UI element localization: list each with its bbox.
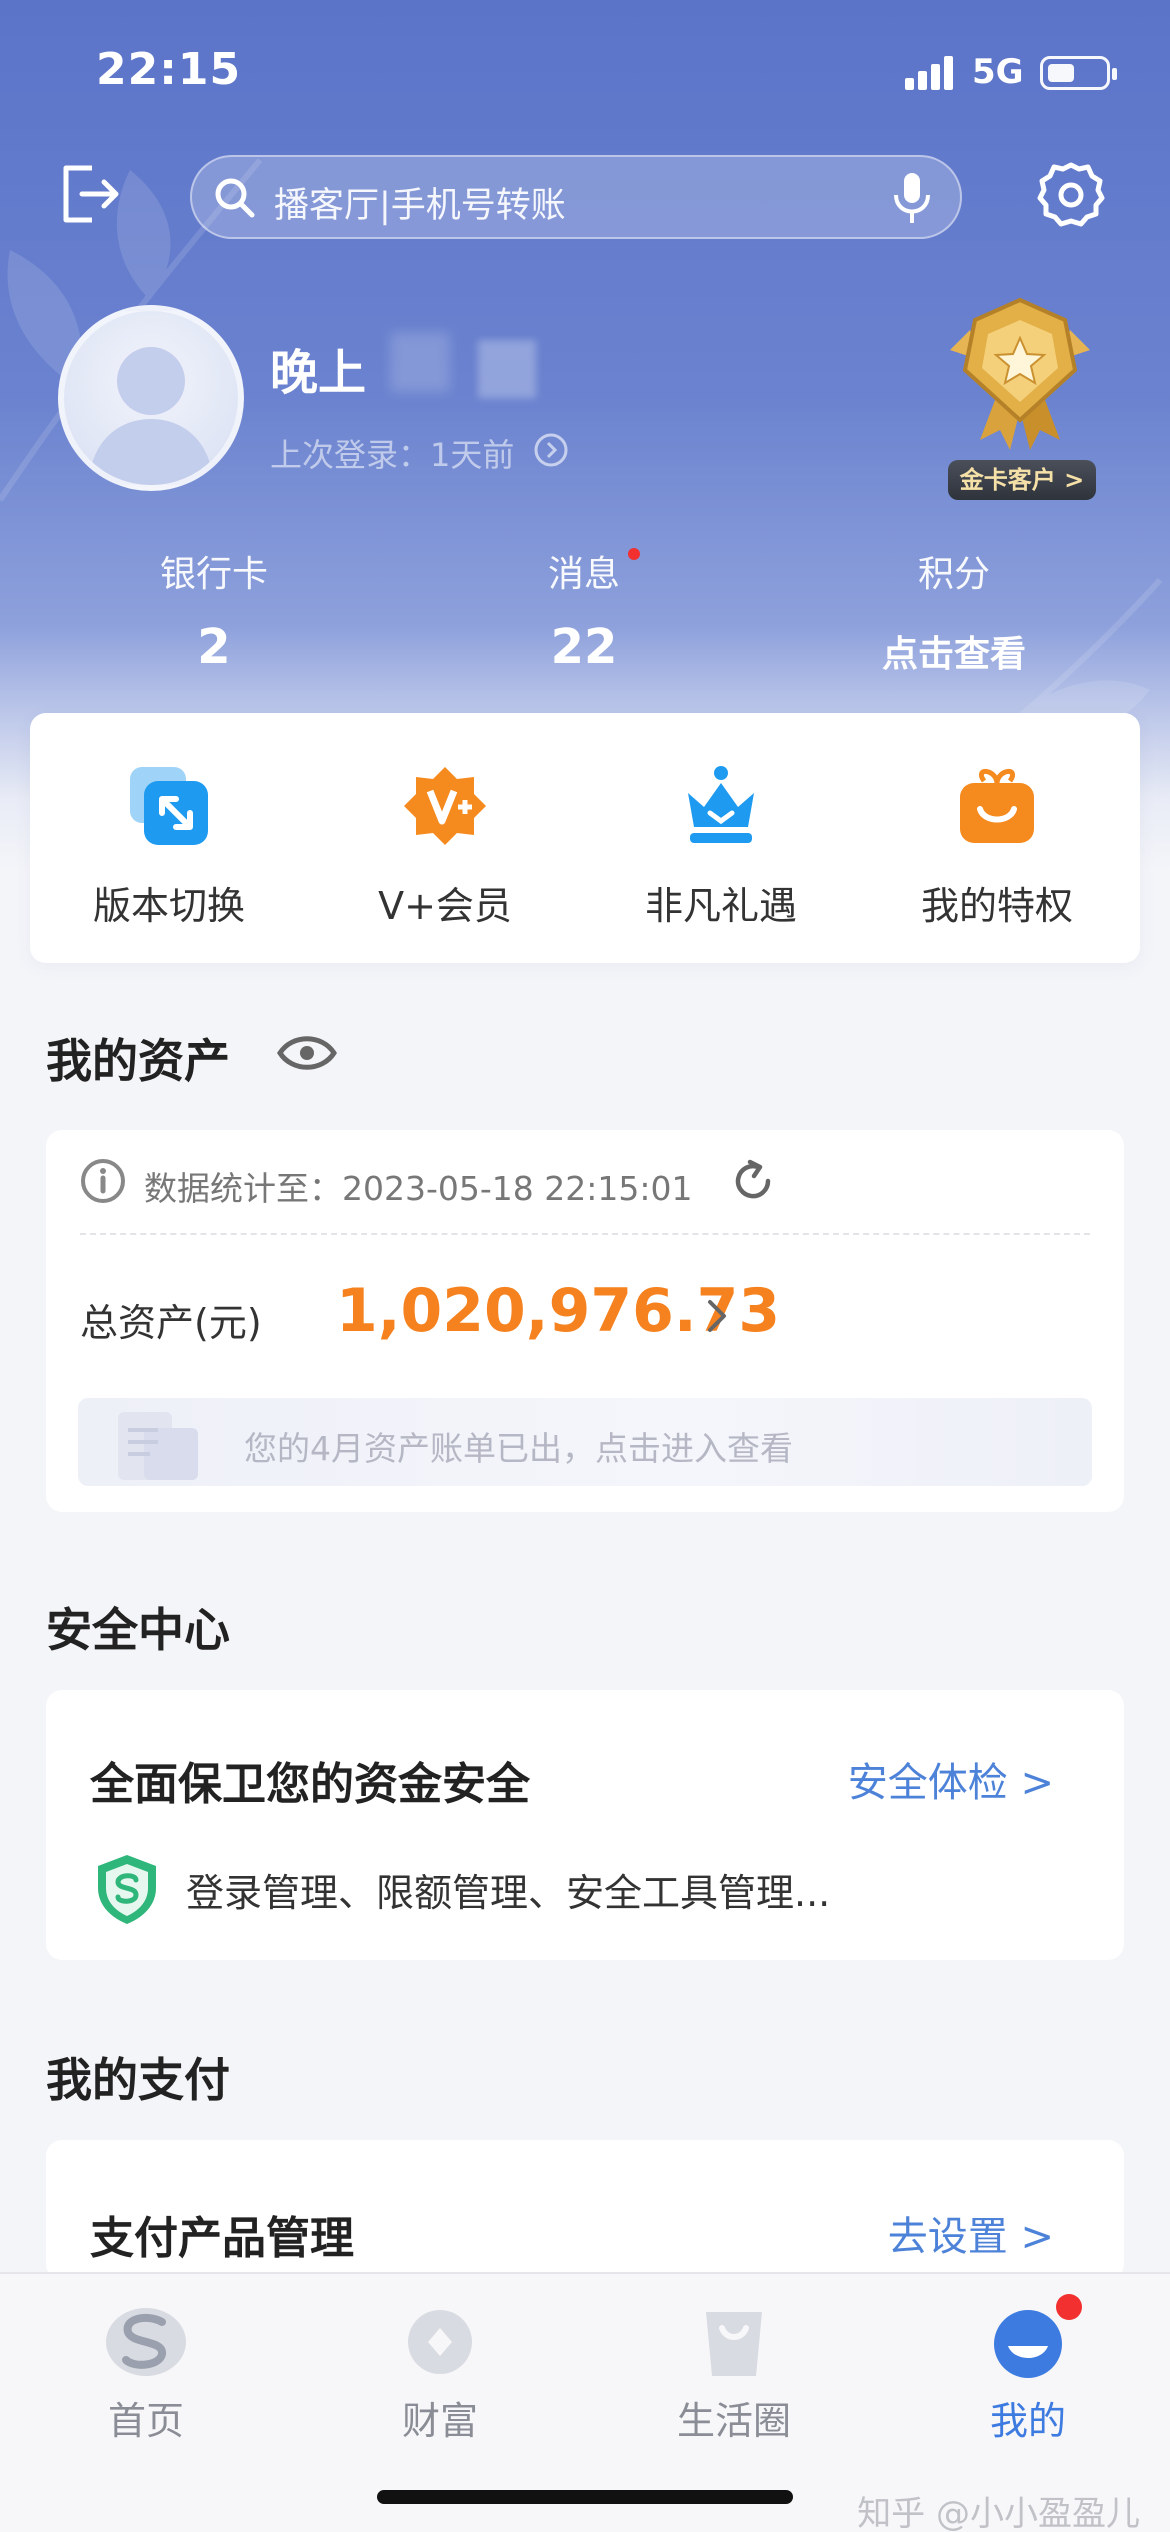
avatar[interactable] bbox=[58, 305, 244, 491]
user-name: 晚上 bbox=[270, 345, 367, 401]
stat-time-text: 数据统计至：2023-05-18 22:15:01 bbox=[144, 1169, 693, 1208]
crown-icon bbox=[688, 766, 754, 843]
payment-section-title: 我的支付 bbox=[46, 2053, 230, 2107]
payment-card[interactable]: 支付产品管理 去设置 > bbox=[46, 2140, 1124, 2280]
gold-medal-icon bbox=[950, 297, 1090, 450]
network-type: 5G bbox=[972, 52, 1024, 92]
quick-action-label: 我的特权 bbox=[920, 884, 1073, 928]
quick-action-vplus[interactable]: V+会员 bbox=[330, 763, 560, 930]
stat-value: 22 bbox=[550, 619, 618, 675]
tab-label: 财富 bbox=[401, 2399, 478, 2443]
quick-action-label: V+会员 bbox=[378, 884, 512, 928]
bill-document-icon bbox=[118, 1412, 198, 1480]
tab-mine[interactable]: 我的 bbox=[928, 2294, 1128, 2445]
tab-home[interactable]: 首页 bbox=[46, 2302, 246, 2445]
battery-icon bbox=[1040, 56, 1117, 90]
bag-icon bbox=[706, 2312, 762, 2376]
security-check-link[interactable]: 安全体检 > bbox=[848, 1750, 1054, 1808]
status-bar: 22:15 5G bbox=[0, 0, 1170, 140]
quick-action-label: 版本切换 bbox=[92, 884, 245, 928]
microphone-icon[interactable] bbox=[892, 171, 932, 225]
shield-icon bbox=[98, 1855, 156, 1924]
watermark: 知乎 @小小盈盈儿 bbox=[857, 2494, 1140, 2532]
wealth-icon bbox=[408, 2310, 472, 2374]
stat-bank-cards[interactable]: 银行卡 2 bbox=[64, 545, 364, 675]
stat-messages[interactable]: 消息 22 bbox=[434, 545, 734, 675]
user-silhouette-icon bbox=[88, 347, 214, 485]
signal-icon bbox=[905, 56, 953, 90]
quick-action-label: 非凡礼遇 bbox=[644, 884, 797, 928]
bill-notice-text: 您的4月资产账单已出，点击进入查看 bbox=[244, 1429, 793, 1468]
tier-badge[interactable]: 金卡客户 > bbox=[948, 460, 1096, 500]
stat-label: 银行卡 bbox=[159, 554, 268, 595]
payment-heading: 支付产品管理 bbox=[90, 2213, 354, 2264]
security-heading: 全面保卫您的资金安全 bbox=[90, 1759, 530, 1810]
stat-value: 点击查看 bbox=[881, 634, 1026, 675]
logout-icon[interactable] bbox=[58, 162, 122, 226]
chevron-right-icon[interactable] bbox=[706, 1296, 728, 1336]
security-section-title: 安全中心 bbox=[46, 1603, 230, 1657]
security-desc: 登录管理、限额管理、安全工具管理... bbox=[186, 1871, 831, 1915]
last-login-text[interactable]: 上次登录：1天前 bbox=[270, 430, 514, 476]
stat-points[interactable]: 积分 点击查看 bbox=[804, 545, 1104, 677]
search-bar[interactable]: 播客厅|手机号转账 bbox=[190, 155, 962, 239]
eye-icon[interactable] bbox=[276, 1030, 338, 1076]
redacted-name-blur bbox=[478, 340, 536, 398]
stat-label: 消息 bbox=[547, 554, 620, 595]
gift-icon bbox=[960, 769, 1034, 843]
refresh-icon[interactable] bbox=[730, 1158, 776, 1204]
info-icon bbox=[81, 1159, 125, 1203]
search-icon bbox=[215, 178, 255, 218]
tab-label: 我的 bbox=[989, 2399, 1066, 2443]
quick-action-privileges[interactable]: 非凡礼遇 bbox=[606, 763, 836, 930]
assets-card: 数据统计至：2023-05-18 22:15:01 总资产(元) 1,020,9… bbox=[46, 1130, 1124, 1512]
notification-dot bbox=[1056, 2294, 1082, 2320]
chevron-circle-icon[interactable] bbox=[533, 432, 569, 468]
switch-icon bbox=[130, 767, 208, 845]
tab-life-circle[interactable]: 生活圈 bbox=[634, 2302, 834, 2445]
status-time: 22:15 bbox=[96, 44, 242, 95]
stat-label: 积分 bbox=[917, 554, 990, 595]
search-placeholder: 播客厅|手机号转账 bbox=[274, 186, 566, 226]
unread-dot bbox=[628, 548, 640, 560]
stat-value: 2 bbox=[197, 619, 231, 675]
tab-label: 生活圈 bbox=[676, 2399, 791, 2443]
quick-actions-card: 版本切换 V+会员 非凡礼遇 我的特权 bbox=[30, 713, 1140, 963]
tab-wealth[interactable]: 财富 bbox=[340, 2302, 540, 2445]
tab-label: 首页 bbox=[107, 2399, 184, 2443]
gear-icon[interactable] bbox=[1036, 160, 1106, 230]
home-logo-icon bbox=[106, 2308, 186, 2376]
total-assets-label: 总资产(元) bbox=[80, 1301, 262, 1345]
assets-section-title: 我的资产 bbox=[46, 1034, 230, 1088]
home-indicator[interactable] bbox=[377, 2490, 793, 2504]
payment-settings-link[interactable]: 去设置 > bbox=[888, 2204, 1054, 2262]
security-card[interactable]: 全面保卫您的资金安全 安全体检 > 登录管理、限额管理、安全工具管理... bbox=[46, 1690, 1124, 1960]
vplus-icon bbox=[404, 767, 486, 845]
divider bbox=[80, 1233, 1090, 1235]
bill-notice-banner[interactable]: 您的4月资产账单已出，点击进入查看 bbox=[78, 1398, 1092, 1486]
quick-action-my-privileges[interactable]: 我的特权 bbox=[882, 763, 1112, 930]
redacted-name-blur bbox=[390, 332, 450, 392]
quick-action-version-switch[interactable]: 版本切换 bbox=[54, 763, 284, 930]
